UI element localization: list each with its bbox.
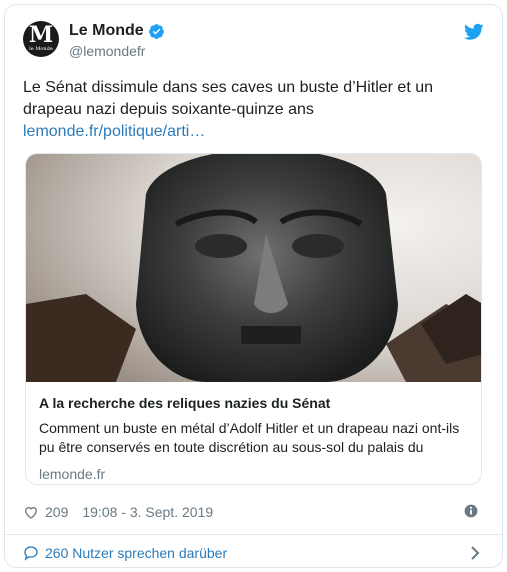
twitter-bird-icon[interactable] [464, 23, 484, 41]
card-title: A la recherche des reliques nazies du Sé… [39, 395, 331, 411]
name-row: Le Monde [69, 22, 165, 40]
verified-badge-icon [148, 23, 164, 39]
timestamp[interactable]: 19:08 - 3. Sept. 2019 [82, 504, 213, 520]
avatar-logo-letter: M [28, 22, 54, 48]
conversation-link[interactable]: 260 Nutzer sprechen darüber [23, 540, 484, 566]
card-image-bust-photo [26, 154, 481, 382]
card-body: A la recherche des reliques nazies du Sé… [39, 393, 469, 484]
link-preview-card[interactable]: A la recherche des reliques nazies du Sé… [25, 153, 482, 485]
handle[interactable]: @lemondefr [69, 43, 145, 59]
tweet-body: Le Sénat dissimule dans ses caves un bus… [23, 79, 434, 118]
tweet-meta: 209 19:08 - 3. Sept. 2019 [23, 501, 484, 523]
tweet-header: M le Monde Le Monde @lemondefr [23, 21, 484, 65]
info-icon[interactable] [464, 504, 478, 518]
avatar[interactable]: M le Monde [23, 21, 59, 57]
conversation-text: 260 Nutzer sprechen darüber [45, 545, 228, 561]
display-name[interactable]: Le Monde [69, 22, 144, 40]
tweet-text: Le Sénat dissimule dans ses caves un bus… [23, 77, 483, 143]
tweet-card: M le Monde Le Monde @lemondefr Le Sénat … [4, 4, 503, 568]
tweet-link[interactable]: lemonde.fr/politique/arti… [23, 121, 483, 143]
card-domain: lemonde.fr [39, 466, 106, 482]
divider [5, 534, 502, 535]
avatar-logo-text: le Monde [29, 46, 53, 52]
comment-bubble-icon [24, 546, 38, 561]
like-count[interactable]: 209 [45, 504, 68, 520]
chevron-right-icon [471, 546, 480, 560]
card-description: Comment un buste en métal d’Adolf Hitler… [39, 420, 460, 455]
heart-icon[interactable] [23, 504, 39, 520]
